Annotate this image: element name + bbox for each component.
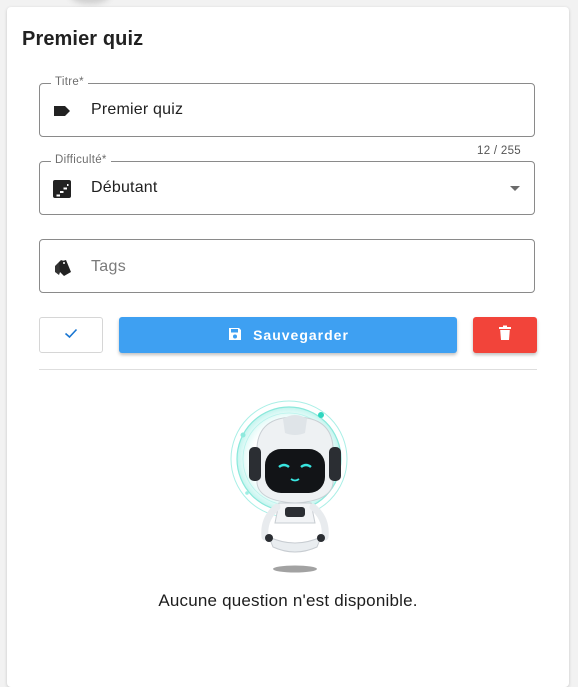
robot-illustration <box>219 397 359 577</box>
difficulty-field-label: Difficulté* <box>51 154 111 166</box>
top-avatar-shadow <box>70 0 110 4</box>
quiz-card: Premier quiz Titre* Premier quiz 12 / 25… <box>7 7 569 687</box>
validate-button[interactable] <box>39 317 103 353</box>
divider <box>39 369 537 370</box>
stairs-icon <box>52 179 72 199</box>
check-icon <box>63 325 79 346</box>
difficulty-select[interactable]: Difficulté* Débutant <box>39 154 535 215</box>
difficulty-value: Débutant <box>91 179 158 196</box>
title-char-counter: 12 / 255 <box>477 145 521 157</box>
save-icon <box>227 326 243 345</box>
title-field[interactable]: Titre* Premier quiz <box>39 76 535 137</box>
trash-icon <box>498 325 512 346</box>
save-button-label: Sauvegarder <box>253 327 349 343</box>
save-button[interactable]: Sauvegarder <box>119 317 457 353</box>
tags-input[interactable]: Tags <box>39 239 535 293</box>
title-field-label: Titre* <box>51 76 88 88</box>
page-title: Premier quiz <box>22 28 144 50</box>
title-field-value: Premier quiz <box>91 101 184 118</box>
tags-placeholder: Tags <box>91 258 126 275</box>
empty-state-message: Aucune question n'est disponible. <box>158 591 418 610</box>
chevron-down-icon[interactable] <box>510 186 520 191</box>
delete-button[interactable] <box>473 317 537 353</box>
label-icon <box>52 101 72 121</box>
tags-icon <box>52 257 72 277</box>
